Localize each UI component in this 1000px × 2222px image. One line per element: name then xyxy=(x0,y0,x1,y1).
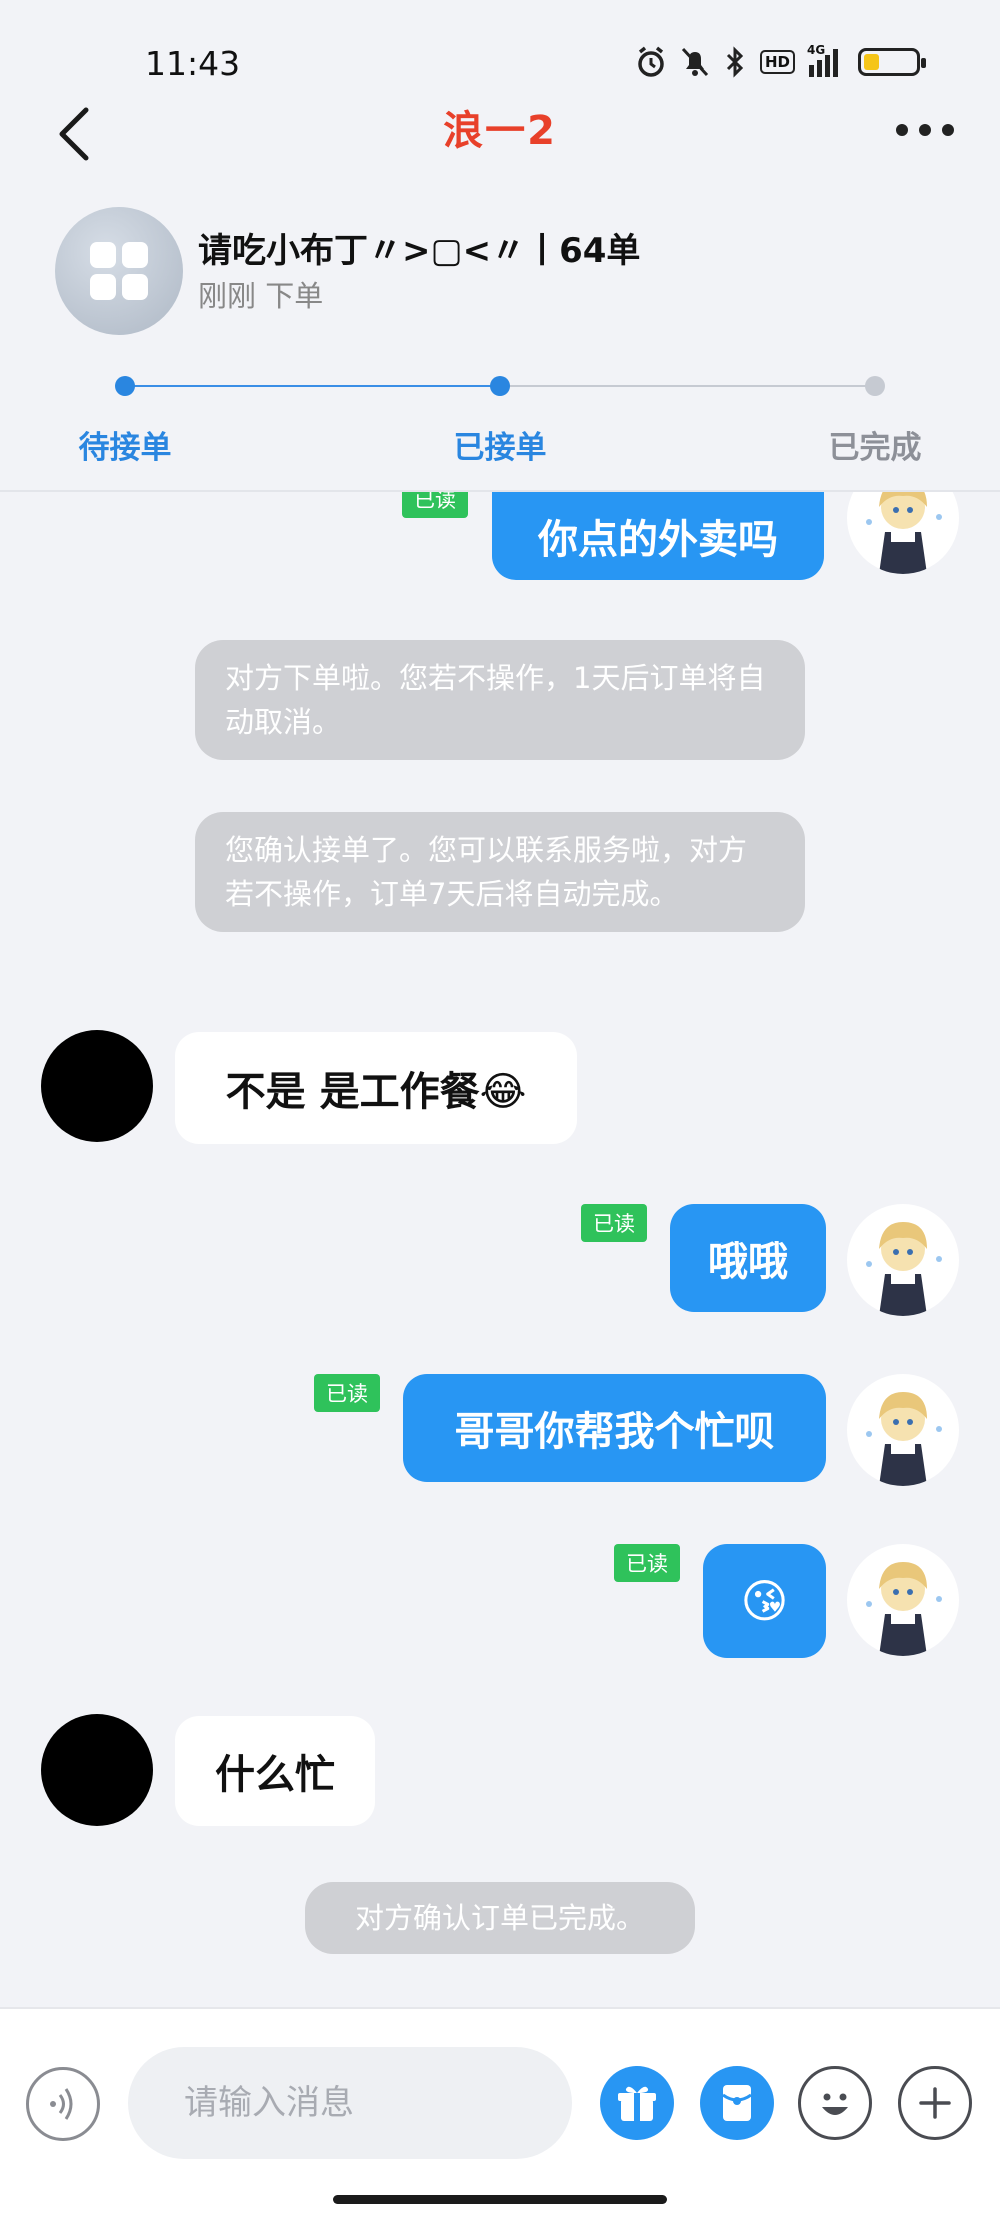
nav-bar: 浪一2 xyxy=(0,90,1000,170)
anime-girl-avatar-icon xyxy=(866,492,942,574)
progress-track-done xyxy=(125,385,500,387)
read-tag: 已读 xyxy=(314,1374,380,1412)
bluetooth-icon xyxy=(724,46,746,78)
mute-bell-icon xyxy=(680,46,710,78)
status-time: 11:43 xyxy=(145,44,241,83)
order-card[interactable]: 请吃小布丁〃>▢<〃丨64单 刚刚 下单 xyxy=(0,195,1000,345)
system-message: 对方下单啦。您若不操作，1天后订单将自动取消。 xyxy=(195,640,805,760)
anime-girl-avatar-icon xyxy=(866,1222,942,1316)
message-bubble-out[interactable]: 哥哥你帮我个忙呗 xyxy=(403,1374,826,1482)
gift-button[interactable] xyxy=(600,2066,674,2140)
voice-wave-icon xyxy=(50,2088,73,2120)
alarm-icon xyxy=(636,46,666,78)
my-avatar[interactable] xyxy=(847,1204,959,1316)
red-packet-button[interactable] xyxy=(700,2066,774,2140)
contact-avatar[interactable] xyxy=(41,1714,153,1826)
system-message: 您确认接单了。您可以联系服务啦，对方若不操作，订单7天后将自动完成。 xyxy=(195,812,805,932)
app-grid-icon xyxy=(90,242,148,300)
read-tag: 已读 xyxy=(581,1204,647,1242)
smiley-icon xyxy=(822,2093,848,2115)
gift-icon xyxy=(618,2086,656,2121)
input-bar xyxy=(0,2007,1000,2222)
read-tag: 已读 xyxy=(614,1544,680,1582)
order-avatar xyxy=(55,207,183,335)
step-label-completed: 已完成 xyxy=(828,430,922,466)
network-type-label: 4G xyxy=(807,43,826,57)
my-avatar[interactable] xyxy=(847,1544,959,1656)
chat-area[interactable]: 已读 你点的外卖吗 对方下单啦。您若不操作，1天后订单将自动取消。 您确认接单了… xyxy=(0,492,1000,2007)
plus-icon xyxy=(919,2087,951,2119)
signal-icon: 4G xyxy=(807,43,838,77)
my-avatar[interactable] xyxy=(847,1374,959,1486)
battery-icon xyxy=(858,48,926,76)
order-progress: 待接单 已接单 已完成 xyxy=(0,370,1000,490)
order-subtitle: 刚刚 下单 xyxy=(198,279,324,313)
progress-track-todo xyxy=(500,385,875,387)
home-indicator[interactable] xyxy=(333,2195,667,2204)
step-label-pending: 待接单 xyxy=(78,430,172,466)
status-icons: HD 4G xyxy=(636,43,926,78)
system-message: 对方确认订单已完成。 xyxy=(305,1882,695,1954)
emoji-button[interactable] xyxy=(798,2066,872,2140)
anime-girl-avatar-icon xyxy=(866,1392,942,1486)
progress-dot-3 xyxy=(865,376,885,396)
page-title: 浪一2 xyxy=(443,108,557,154)
message-bubble-in[interactable]: 什么忙 xyxy=(175,1716,375,1826)
more-actions-button[interactable] xyxy=(898,2066,972,2140)
read-tag: 已读 xyxy=(402,492,468,518)
progress-dot-2 xyxy=(490,376,510,396)
step-label-accepted: 已接单 xyxy=(453,430,547,466)
more-button[interactable] xyxy=(890,110,960,150)
message-bubble-out[interactable]: 哦哦 xyxy=(670,1204,826,1312)
progress-dot-1 xyxy=(115,376,135,396)
message-bubble-out[interactable]: 你点的外卖吗 xyxy=(492,492,824,580)
anime-girl-avatar-icon xyxy=(866,1562,942,1656)
message-bubble-in[interactable]: 不是 是工作餐😂 xyxy=(175,1032,577,1144)
my-avatar[interactable] xyxy=(847,492,959,574)
red-packet-icon xyxy=(722,2085,752,2121)
order-name: 请吃小布丁〃>▢<〃丨64单 xyxy=(198,231,641,271)
contact-avatar[interactable] xyxy=(41,1030,153,1142)
message-bubble-out[interactable]: 😘 xyxy=(703,1544,826,1658)
voice-button[interactable] xyxy=(26,2067,100,2141)
message-input[interactable] xyxy=(128,2047,572,2159)
hd-icon: HD xyxy=(759,50,795,74)
more-dots-icon xyxy=(896,124,954,136)
